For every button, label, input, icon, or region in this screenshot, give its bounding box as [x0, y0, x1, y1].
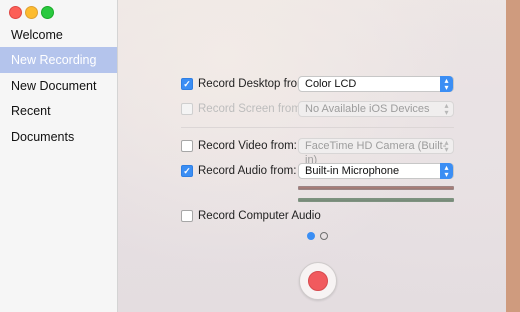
sidebar-item-new-recording[interactable]: New Recording — [0, 47, 117, 73]
chevron-updown-icon: ▴ ▾ — [440, 76, 453, 92]
record-button[interactable] — [299, 262, 337, 300]
page-indicator-dot-active[interactable] — [307, 232, 315, 240]
chevron-updown-icon: ▴ ▾ — [444, 101, 449, 117]
audio-level-meter-left — [298, 186, 454, 190]
record-screen-source-select: No Available iOS Devices ▴ ▾ — [298, 101, 454, 117]
record-desktop-source-select[interactable]: Color LCD ▴ ▾ — [298, 76, 454, 92]
record-computer-audio-checkbox[interactable] — [181, 210, 193, 222]
chevron-updown-icon: ▴ ▾ — [440, 163, 453, 179]
record-icon — [308, 271, 328, 291]
record-audio-checkbox[interactable]: ✓ — [181, 165, 193, 177]
sidebar: Welcome New Recording New Document Recen… — [0, 0, 118, 312]
checkmark-icon: ✓ — [183, 79, 191, 89]
record-video-source-select[interactable]: FaceTime HD Camera (Built-in) ▴ ▾ — [298, 138, 454, 166]
record-video-checkbox[interactable] — [181, 140, 193, 152]
record-desktop-row: ✓ Record Desktop from: — [181, 76, 310, 92]
record-computer-audio-label: Record Computer Audio — [198, 210, 321, 222]
record-desktop-label: Record Desktop from: — [198, 78, 310, 90]
record-audio-row: ✓ Record Audio from: — [181, 163, 296, 179]
record-audio-source-select[interactable]: Built-in Microphone ▴ ▾ — [298, 163, 454, 179]
record-desktop-checkbox[interactable]: ✓ — [181, 78, 193, 90]
record-desktop-source-value: Color LCD — [305, 78, 357, 90]
checkmark-icon: ✓ — [183, 166, 191, 176]
record-video-label: Record Video from: — [198, 140, 297, 152]
divider — [181, 127, 454, 128]
record-video-row: Record Video from: — [181, 138, 297, 154]
audio-level-meter-right — [298, 198, 454, 202]
sidebar-item-recent-documents[interactable]: Recent Documents — [0, 98, 117, 144]
chevron-updown-icon: ▴ ▾ — [444, 138, 449, 154]
app-window: Welcome New Recording New Document Recen… — [0, 0, 506, 312]
page-indicator-dot[interactable] — [320, 232, 328, 240]
close-window-button[interactable] — [9, 6, 22, 19]
record-screen-row: Record Screen from: — [181, 101, 304, 117]
zoom-window-button[interactable] — [41, 6, 54, 19]
record-screen-label: Record Screen from: — [198, 103, 305, 115]
record-screen-checkbox — [181, 103, 193, 115]
record-audio-source-value: Built-in Microphone — [305, 165, 400, 177]
record-audio-label: Record Audio from: — [198, 165, 297, 177]
minimize-window-button[interactable] — [25, 6, 38, 19]
sidebar-item-new-document[interactable]: New Document — [0, 73, 117, 99]
sidebar-item-welcome[interactable]: Welcome — [0, 22, 117, 48]
record-computer-audio-row: Record Computer Audio — [181, 208, 321, 224]
record-screen-source-value: No Available iOS Devices — [305, 103, 430, 115]
